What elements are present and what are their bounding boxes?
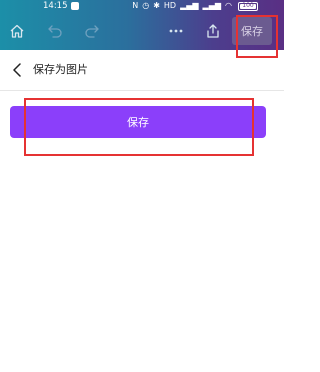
status-icons: N ◷ ✱ HD ▂▄▆ ▂▄▆ ◠ 100 <box>132 0 258 12</box>
redo-icon <box>85 25 99 38</box>
status-bar: 14:15 N ◷ ✱ HD ▂▄▆ ▂▄▆ ◠ 100 <box>0 0 284 12</box>
bluetooth-icon: ✱ <box>153 1 160 10</box>
share-icon <box>207 24 219 38</box>
more-button[interactable] <box>166 16 186 46</box>
hd-icon: HD <box>163 1 177 10</box>
signal-icon: ▂▄▆ <box>202 1 222 10</box>
wifi-icon: ◠ <box>225 1 232 10</box>
status-time: 14:15 <box>43 1 68 11</box>
more-icon <box>169 29 183 33</box>
nfc-icon: N <box>132 1 139 10</box>
undo-button[interactable] <box>45 16 65 46</box>
home-button[interactable] <box>6 16 28 46</box>
app-notification-icon <box>71 2 79 10</box>
highlight-frame-save-button <box>24 98 254 156</box>
undo-icon <box>48 25 62 38</box>
back-button[interactable] <box>8 60 26 80</box>
page-title: 保存为图片 <box>33 63 88 76</box>
share-button[interactable] <box>203 16 223 46</box>
chevron-left-icon <box>13 63 21 77</box>
battery-icon: 100 <box>238 1 258 11</box>
page-header: 保存为图片 <box>0 50 284 91</box>
redo-button[interactable] <box>82 16 102 46</box>
signal-icon: ▂▄▆ <box>180 1 199 10</box>
alarm-icon: ◷ <box>142 1 150 10</box>
battery-level: 100 <box>242 1 254 9</box>
home-icon <box>10 24 24 38</box>
